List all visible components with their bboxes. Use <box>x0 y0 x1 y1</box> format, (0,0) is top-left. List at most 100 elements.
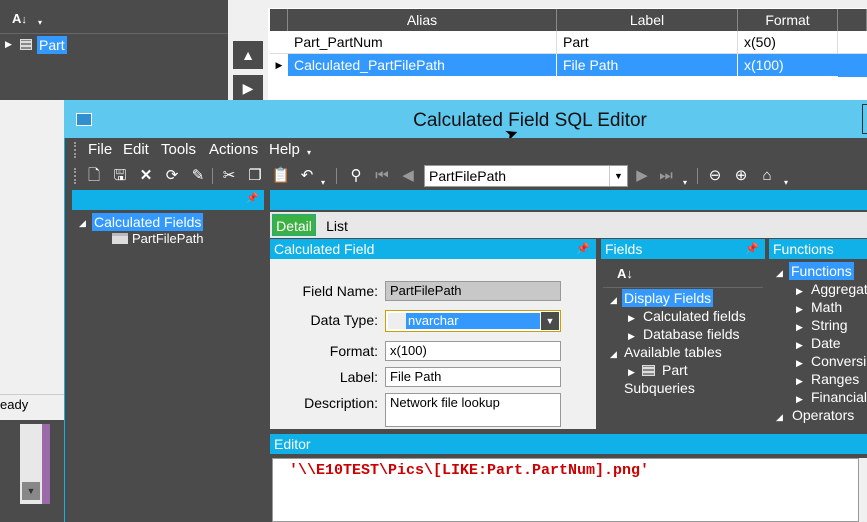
tree-item-calculated-fields[interactable]: Calculated fields <box>643 308 746 324</box>
new-icon[interactable]: 🗋 <box>84 166 104 186</box>
tree-item-part[interactable]: Part <box>662 362 688 378</box>
expand-triangle-icon[interactable]: ▶ <box>5 39 12 50</box>
paste-icon[interactable]: 📋 <box>271 166 291 186</box>
tree-item-operators[interactable]: Operators <box>792 407 854 423</box>
expand-triangle-icon[interactable]: ▶ <box>796 394 803 405</box>
tree-item-conversion[interactable]: Conversi <box>811 353 866 369</box>
titlebar-right-box[interactable] <box>862 104 867 134</box>
label-input[interactable]: File Path <box>385 367 561 387</box>
sort-az-icon[interactable]: A↓ <box>617 266 633 281</box>
collapse-triangle-icon[interactable]: ◢ <box>776 412 783 423</box>
format-input[interactable]: x(100) <box>385 341 561 361</box>
toolbar-separator <box>212 168 213 184</box>
tree-item-ranges[interactable]: Ranges <box>811 371 859 387</box>
expand-triangle-icon[interactable]: ▶ <box>796 322 803 333</box>
scroll-down-button[interactable]: ▼ <box>22 482 40 500</box>
undo-icon[interactable]: ↶ <box>297 166 317 186</box>
prev-record-icon[interactable]: ◀ <box>398 166 418 186</box>
menu-file[interactable]: File <box>88 141 112 158</box>
data-type-select[interactable]: nvarchar ▼ <box>385 310 561 332</box>
undo-dropdown-icon[interactable]: ▾ <box>321 178 325 187</box>
tree-item-functions[interactable]: Functions <box>789 262 854 280</box>
menu-edit[interactable]: Edit <box>123 141 149 158</box>
grid-header-format[interactable]: Format <box>738 9 838 31</box>
tree-item-part[interactable]: Part <box>37 36 67 54</box>
expand-triangle-icon[interactable]: ▶ <box>796 358 803 369</box>
expand-triangle-icon[interactable]: ▶ <box>796 376 803 387</box>
tab-bar <box>270 212 867 238</box>
grid-header-label[interactable]: Label <box>557 9 738 31</box>
pin-icon[interactable]: 📌 <box>246 193 258 204</box>
collapse-triangle-icon[interactable]: ◢ <box>776 268 783 279</box>
back-icon[interactable]: ⊖ <box>705 166 725 186</box>
menu-tools[interactable]: Tools <box>161 141 196 158</box>
expand-triangle-icon[interactable]: ▶ <box>796 304 803 315</box>
tab-detail[interactable]: Detail <box>272 214 316 236</box>
nav-dropdown-icon[interactable]: ▾ <box>683 178 687 187</box>
menu-help[interactable]: Help <box>269 141 300 158</box>
collapse-triangle-icon[interactable]: ◢ <box>610 349 617 360</box>
tree-item-aggregate[interactable]: Aggregat <box>811 281 867 297</box>
menu-overflow-icon[interactable]: ▾ <box>307 148 311 157</box>
copy-icon[interactable]: ❐ <box>245 166 265 186</box>
tree-item-subqueries[interactable]: Subqueries <box>624 380 695 396</box>
delete-icon[interactable]: ✕ <box>136 166 156 186</box>
menu-actions[interactable]: Actions <box>209 141 258 158</box>
editor-code[interactable]: '\\E10TEST\Pics\[LIKE:Part.PartNum].png' <box>289 462 649 479</box>
clear-icon[interactable]: ✎ <box>188 166 208 186</box>
expand-triangle-icon[interactable]: ▶ <box>796 286 803 297</box>
editor-scrollbar[interactable] <box>859 458 867 522</box>
tree-item-display-fields[interactable]: Display Fields <box>622 289 714 307</box>
tree-item-database-fields[interactable]: Database fields <box>643 326 740 342</box>
bg-purple-bar <box>42 424 50 504</box>
tree-item-string[interactable]: String <box>811 317 848 333</box>
description-label: Description: <box>304 395 378 411</box>
table-row[interactable]: Part_PartNum Part x(50) <box>270 31 867 54</box>
expand-triangle-icon[interactable]: ▶ <box>628 367 635 378</box>
binoculars-icon[interactable]: ⚲ <box>346 166 366 186</box>
row-label[interactable]: File Path <box>557 54 738 76</box>
table-row-selected[interactable]: ▶ Calculated_PartFilePath File Path x(10… <box>270 54 867 77</box>
fields-panel-header: Fields 📌 <box>601 239 765 259</box>
collapse-triangle-icon[interactable]: ◢ <box>79 218 86 229</box>
row-alias[interactable]: Part_PartNum <box>288 31 557 53</box>
tree-item-financial[interactable]: Financial <box>811 389 867 405</box>
home-icon[interactable]: ⌂ <box>757 166 777 186</box>
first-record-icon[interactable]: ⏮ <box>372 166 392 186</box>
forward-icon[interactable]: ⊕ <box>731 166 751 186</box>
tree-item-date[interactable]: Date <box>811 335 841 351</box>
row-label[interactable]: Part <box>557 31 738 53</box>
move-right-button[interactable]: ▶ <box>233 75 263 101</box>
editor-header: Editor <box>270 434 867 454</box>
save-icon[interactable]: 🖫 <box>110 166 130 186</box>
expand-triangle-icon[interactable]: ▶ <box>796 340 803 351</box>
collapse-triangle-icon[interactable]: ◢ <box>610 295 617 306</box>
field-name-input[interactable]: PartFilePath <box>385 281 561 301</box>
grid-header-alias[interactable]: Alias <box>288 9 557 31</box>
sort-az-icon[interactable]: A↓ <box>12 11 27 26</box>
row-alias[interactable]: Calculated_PartFilePath <box>288 54 557 76</box>
cut-icon[interactable]: ✂ <box>219 166 239 186</box>
move-up-button[interactable]: ▲ <box>233 41 263 69</box>
expand-triangle-icon[interactable]: ▶ <box>628 313 635 324</box>
pin-icon[interactable]: 📌 <box>576 239 590 259</box>
tree-item-available-tables[interactable]: Available tables <box>624 344 722 360</box>
next-record-icon[interactable]: ▶ <box>632 166 652 186</box>
description-input[interactable]: Network file lookup <box>385 393 561 427</box>
record-select[interactable]: PartFilePath ▼ <box>424 165 628 187</box>
tab-list[interactable]: List <box>322 215 352 237</box>
row-format[interactable]: x(50) <box>738 31 838 53</box>
tree-item-calculated-fields[interactable]: Calculated Fields <box>92 213 204 231</box>
refresh-icon[interactable]: ⟳ <box>162 166 182 186</box>
editor-title: Editor <box>274 436 311 452</box>
toolbar-separator <box>697 168 698 184</box>
expand-triangle-icon[interactable]: ▶ <box>628 331 635 342</box>
toolbar-overflow-icon[interactable]: ▾ <box>784 178 788 187</box>
tree-item-math[interactable]: Math <box>811 299 842 315</box>
row-format[interactable]: x(100) <box>738 54 838 76</box>
dropdown-arrow-icon[interactable]: ▾ <box>38 18 42 27</box>
pin-icon[interactable]: 📌 <box>745 239 759 259</box>
last-record-icon[interactable]: ⏭ <box>656 166 676 186</box>
bg-left-toolbar <box>0 0 228 34</box>
tree-item-partfilepath[interactable]: PartFilePath <box>132 231 204 246</box>
